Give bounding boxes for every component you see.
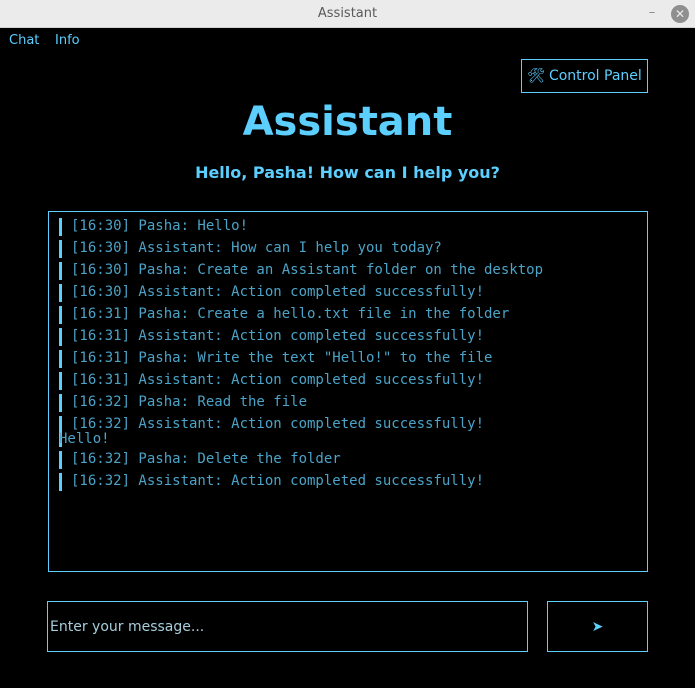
window-titlebar: Assistant – ✕ xyxy=(0,0,695,28)
message-input[interactable] xyxy=(47,601,528,652)
window-title: Assistant xyxy=(317,6,378,21)
chat-message: [16:30] Pasha: Create an Assistant folde… xyxy=(59,262,637,280)
chat-message: [16:31] Pasha: Write the text "Hello!" t… xyxy=(59,350,637,368)
control-panel-button[interactable]: 🛠 Control Panel xyxy=(521,59,648,93)
chat-message: [16:30] Assistant: How can I help you to… xyxy=(59,240,637,258)
greeting-text: Hello, Pasha! How can I help you? xyxy=(195,163,500,182)
message-text: [16:30] Pasha: Create an Assistant folde… xyxy=(71,262,544,278)
send-button[interactable]: ➤ xyxy=(547,601,648,652)
chat-message: [16:31] Assistant: Action completed succ… xyxy=(59,372,637,390)
message-continuation: Hello! xyxy=(59,431,110,447)
chat-message: [16:31] Pasha: Create a hello.txt file i… xyxy=(59,306,637,324)
menubar: Chat Info xyxy=(0,29,695,51)
chat-message: [16:30] Assistant: Action completed succ… xyxy=(59,284,637,302)
close-button[interactable]: ✕ xyxy=(671,5,689,23)
minimize-button[interactable]: – xyxy=(644,4,660,22)
message-text: [16:30] Pasha: Hello! xyxy=(71,218,249,234)
message-text: [16:32] Pasha: Delete the folder xyxy=(71,451,341,467)
chat-message: [16:32] Assistant: Action completed succ… xyxy=(59,473,637,491)
message-text: [16:31] Assistant: Action completed succ… xyxy=(71,372,485,388)
chat-message: [16:30] Pasha: Hello! xyxy=(59,218,637,236)
message-text: [16:32] Assistant: Action completed succ… xyxy=(71,416,485,432)
chat-message: [16:32] Pasha: Delete the folder xyxy=(59,451,637,469)
message-text: [16:31] Assistant: Action completed succ… xyxy=(71,328,485,344)
tools-icon: 🛠 xyxy=(527,68,545,84)
message-text: [16:30] Assistant: How can I help you to… xyxy=(71,240,442,256)
message-text: [16:32] Pasha: Read the file xyxy=(71,394,308,410)
page-title: Assistant xyxy=(242,99,453,145)
message-text: [16:32] Assistant: Action completed succ… xyxy=(71,473,485,489)
send-icon: ➤ xyxy=(591,618,604,635)
message-text: [16:30] Assistant: Action completed succ… xyxy=(71,284,485,300)
chat-message: [16:32] Assistant: Action completed succ… xyxy=(59,416,637,447)
menu-info[interactable]: Info xyxy=(55,33,80,48)
menu-chat[interactable]: Chat xyxy=(9,33,39,48)
chat-message: [16:32] Pasha: Read the file xyxy=(59,394,637,412)
chat-message: [16:31] Assistant: Action completed succ… xyxy=(59,328,637,346)
message-text: [16:31] Pasha: Write the text "Hello!" t… xyxy=(71,350,493,366)
message-text: [16:31] Pasha: Create a hello.txt file i… xyxy=(71,306,510,322)
control-panel-label: Control Panel xyxy=(548,68,642,84)
chat-log[interactable]: [16:30] Pasha: Hello! [16:30] Assistant:… xyxy=(48,211,648,572)
